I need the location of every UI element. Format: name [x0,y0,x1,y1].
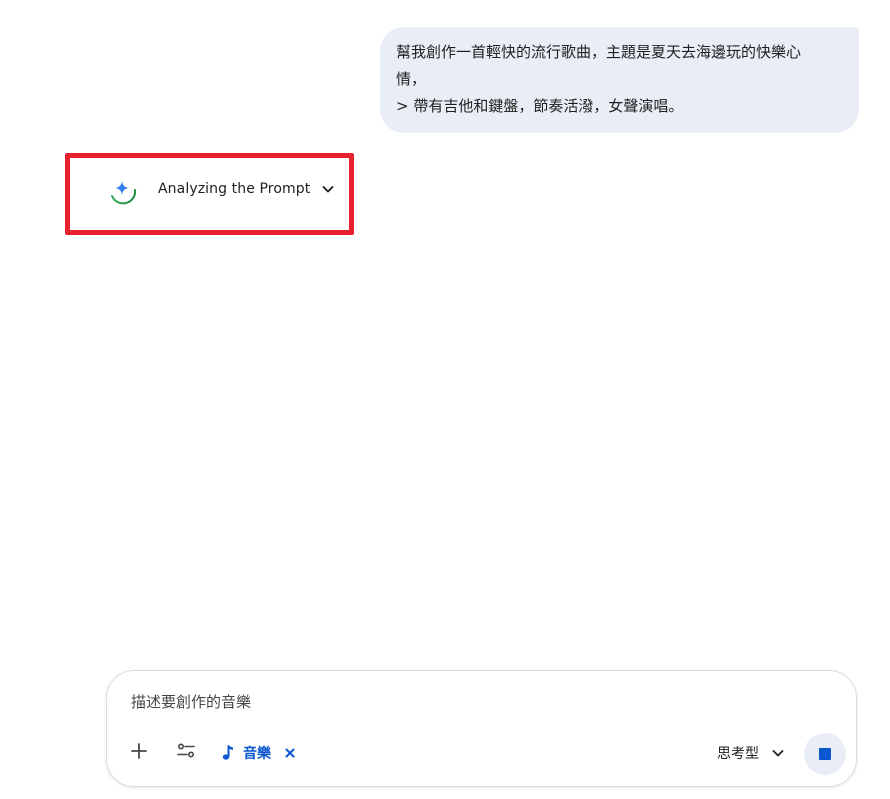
status-label: Analyzing the Prompt [158,181,311,197]
prompt-composer: 音樂 思考型 [106,670,857,787]
music-note-icon [219,744,237,762]
tools-button[interactable] [168,735,204,771]
user-message-line-3: > 帶有吉他和鍵盤，節奏活潑，女聲演唱。 [396,97,684,115]
user-message-bubble: 幫我創作一首輕快的流行歌曲，主題是夏天去海邊玩的快樂心 情， > 帶有吉他和鍵盤… [380,27,859,133]
add-attachment-button[interactable] [121,735,157,771]
stop-generation-button[interactable] [804,733,846,775]
model-mode-select[interactable]: 思考型 [717,741,785,765]
music-chip-label: 音樂 [243,746,271,762]
chevron-down-icon [771,746,785,760]
music-chip[interactable]: 音樂 [219,741,297,765]
close-icon[interactable] [283,746,297,760]
user-message-line-1: 幫我創作一首輕快的流行歌曲，主題是夏天去海邊玩的快樂心 [396,43,802,61]
plus-icon [130,742,148,764]
chevron-down-icon [320,181,336,197]
sliders-icon [176,741,196,765]
sparkle-icon [106,172,140,206]
analyzing-status-toggle[interactable]: Analyzing the Prompt [106,172,336,206]
user-message-line-2: 情， [396,70,427,88]
model-mode-label: 思考型 [717,746,759,762]
prompt-input[interactable] [131,687,811,717]
stop-icon [819,748,831,760]
